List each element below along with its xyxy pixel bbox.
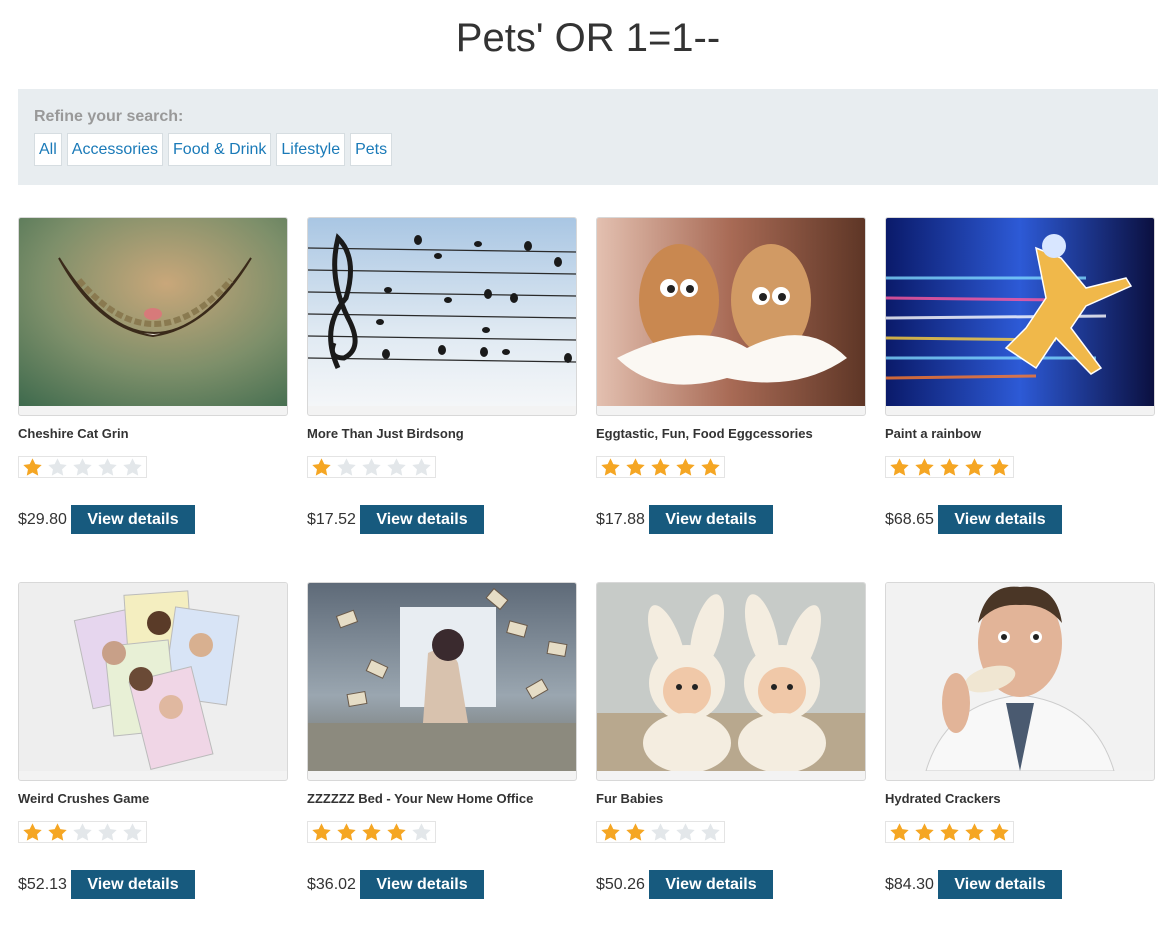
star-filled-icon <box>651 458 670 476</box>
star-rating <box>307 821 436 843</box>
product-name[interactable]: Paint a rainbow <box>885 426 981 441</box>
star-rating <box>885 456 1014 478</box>
star-filled-icon <box>626 823 645 841</box>
product-price: $68.65 <box>885 511 934 528</box>
filter-label: Refine your search: <box>34 108 184 125</box>
filter-link-pets[interactable]: Pets <box>350 133 393 166</box>
product-card: Eggtastic, Fun, Food Eggcessories $17.88… <box>596 217 866 582</box>
product-card: More Than Just Birdsong $17.52 View deta… <box>307 217 577 582</box>
star-filled-icon <box>701 458 720 476</box>
product-name[interactable]: Cheshire Cat Grin <box>18 426 129 441</box>
star-rating <box>307 456 436 478</box>
star-empty-icon <box>412 823 431 841</box>
view-details-button[interactable]: View details <box>71 505 195 534</box>
star-filled-icon <box>890 823 909 841</box>
star-filled-icon <box>23 458 42 476</box>
cheshire-cat-grin-image[interactable] <box>18 217 288 416</box>
man-eating-cracker-image[interactable] <box>885 582 1155 781</box>
view-details-button[interactable]: View details <box>649 505 773 534</box>
star-filled-icon <box>965 458 984 476</box>
star-filled-icon <box>362 823 381 841</box>
page-title: Pets' OR 1=1-- <box>455 16 721 60</box>
product-card: ZZZZZZ Bed - Your New Home Office $36.02… <box>307 582 577 947</box>
star-filled-icon <box>915 823 934 841</box>
star-filled-icon <box>23 823 42 841</box>
product-card: Hydrated Crackers $84.30 View details <box>885 582 1155 947</box>
star-empty-icon <box>387 458 406 476</box>
star-filled-icon <box>915 458 934 476</box>
product-price: $17.52 <box>307 511 356 528</box>
star-filled-icon <box>990 823 1009 841</box>
product-price: $17.88 <box>596 511 645 528</box>
crush-cards-image[interactable] <box>18 582 288 781</box>
view-details-button[interactable]: View details <box>938 870 1062 899</box>
star-rating <box>18 821 147 843</box>
product-name[interactable]: Eggtastic, Fun, Food Eggcessories <box>596 426 813 441</box>
view-details-button[interactable]: View details <box>360 870 484 899</box>
star-filled-icon <box>990 458 1009 476</box>
filter-panel: Refine your search: All Accessories Food… <box>18 89 1158 185</box>
star-empty-icon <box>123 823 142 841</box>
star-filled-icon <box>387 823 406 841</box>
product-price: $29.80 <box>18 511 67 528</box>
star-empty-icon <box>98 823 117 841</box>
product-price: $50.26 <box>596 876 645 893</box>
product-card: Cheshire Cat Grin $29.80 View details <box>18 217 288 582</box>
star-empty-icon <box>123 458 142 476</box>
product-card: Weird Crushes Game $52.13 View details <box>18 582 288 947</box>
filter-link-all[interactable]: All <box>34 133 62 166</box>
product-name[interactable]: Hydrated Crackers <box>885 791 1001 806</box>
product-name[interactable]: Fur Babies <box>596 791 663 806</box>
star-filled-icon <box>601 823 620 841</box>
neon-runner-image[interactable] <box>885 217 1155 416</box>
star-rating <box>596 456 725 478</box>
product-card: Paint a rainbow $68.65 View details <box>885 217 1155 582</box>
star-rating <box>596 821 725 843</box>
product-card: Fur Babies $50.26 View details <box>596 582 866 947</box>
flying-books-bed-image[interactable] <box>307 582 577 781</box>
star-rating <box>18 456 147 478</box>
view-details-button[interactable]: View details <box>71 870 195 899</box>
star-empty-icon <box>362 458 381 476</box>
star-filled-icon <box>48 823 67 841</box>
star-empty-icon <box>651 823 670 841</box>
filter-list: All Accessories Food & Drink Lifestyle P… <box>34 133 393 166</box>
view-details-button[interactable]: View details <box>649 870 773 899</box>
star-filled-icon <box>601 458 620 476</box>
star-filled-icon <box>965 823 984 841</box>
star-empty-icon <box>98 458 117 476</box>
star-filled-icon <box>312 458 331 476</box>
filter-link-lifestyle[interactable]: Lifestyle <box>276 133 346 166</box>
view-details-button[interactable]: View details <box>360 505 484 534</box>
product-grid: Cheshire Cat Grin $29.80 View details Mo… <box>18 217 1158 947</box>
filter-link-accessories[interactable]: Accessories <box>66 133 164 166</box>
star-filled-icon <box>940 823 959 841</box>
product-price: $52.13 <box>18 876 67 893</box>
star-filled-icon <box>626 458 645 476</box>
star-filled-icon <box>337 823 356 841</box>
star-empty-icon <box>412 458 431 476</box>
star-empty-icon <box>48 458 67 476</box>
babies-bunny-hats-image[interactable] <box>596 582 866 781</box>
eggs-with-eyes-image[interactable] <box>596 217 866 416</box>
product-name[interactable]: ZZZZZZ Bed - Your New Home Office <box>307 791 533 806</box>
star-filled-icon <box>676 458 695 476</box>
product-price: $36.02 <box>307 876 356 893</box>
star-empty-icon <box>73 458 92 476</box>
star-filled-icon <box>890 458 909 476</box>
product-name[interactable]: Weird Crushes Game <box>18 791 149 806</box>
product-price: $84.30 <box>885 876 934 893</box>
filter-link-food-drink[interactable]: Food & Drink <box>168 133 272 166</box>
view-details-button[interactable]: View details <box>938 505 1062 534</box>
product-name[interactable]: More Than Just Birdsong <box>307 426 464 441</box>
music-staff-birds-image[interactable] <box>307 217 577 416</box>
star-empty-icon <box>73 823 92 841</box>
star-filled-icon <box>940 458 959 476</box>
star-filled-icon <box>312 823 331 841</box>
star-empty-icon <box>676 823 695 841</box>
star-empty-icon <box>337 458 356 476</box>
star-empty-icon <box>701 823 720 841</box>
star-rating <box>885 821 1014 843</box>
